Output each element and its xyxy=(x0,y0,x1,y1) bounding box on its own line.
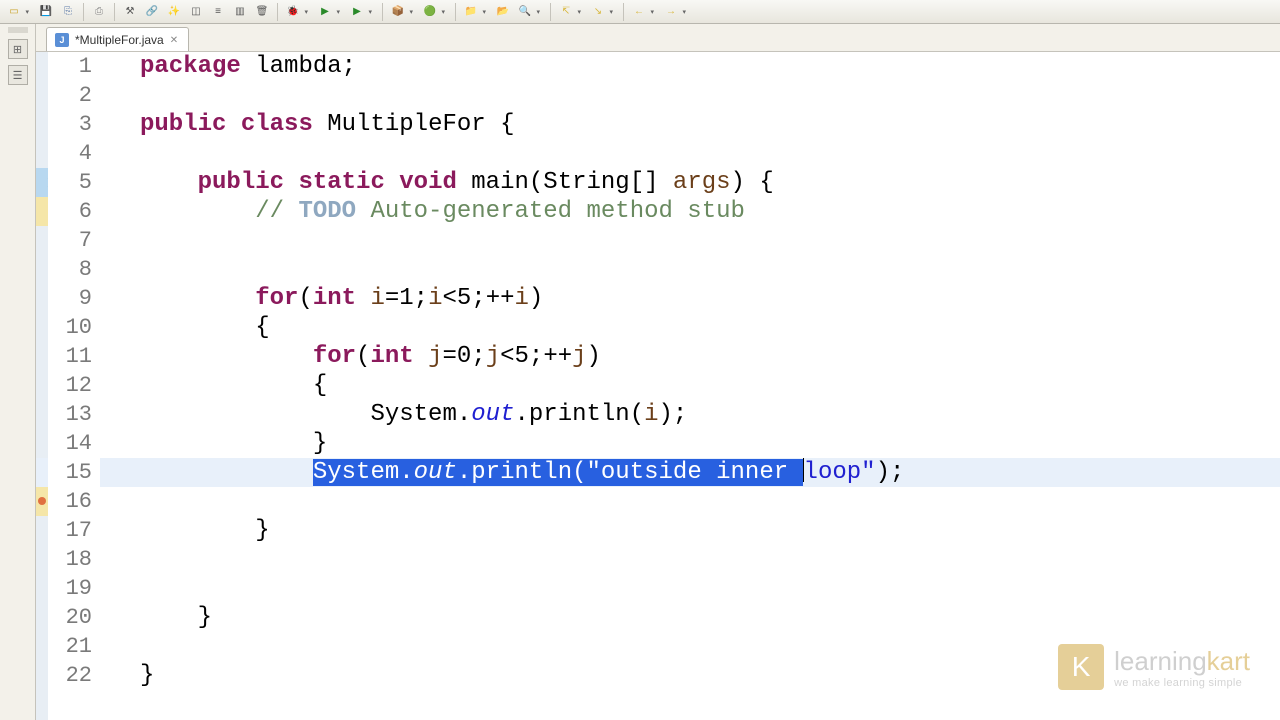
close-icon[interactable]: ✕ xyxy=(170,35,180,45)
watermark-logo: K learningkart we make learning simple xyxy=(1058,644,1250,690)
separator xyxy=(277,3,278,21)
separator xyxy=(382,3,383,21)
wand-icon[interactable]: ✨ xyxy=(164,2,184,22)
back-icon[interactable]: ← xyxy=(629,2,649,22)
main-toolbar: ▭ 💾 ⎘ ⎙ ⚒ 🔗 ✨ ◫ ≡ ▥ 🗑 🐞 ▶ ▶ 📦 🟢 📁 📂 🔍 ↸ … xyxy=(0,0,1280,24)
line-number: 16 xyxy=(48,487,100,516)
print-icon[interactable]: ⎙ xyxy=(89,2,109,22)
task-icon[interactable]: ▥ xyxy=(230,2,250,22)
debug-icon[interactable]: 🐞 xyxy=(283,2,303,22)
code-area[interactable]: package lambda; public class MultipleFor… xyxy=(100,52,1280,720)
restore-view-icon[interactable]: ⊞ xyxy=(8,39,28,59)
line-number: 13 xyxy=(48,400,100,429)
separator xyxy=(83,3,84,21)
line-number: 11 xyxy=(48,342,100,371)
line-number: 22 xyxy=(48,661,100,690)
tab-label: *MultipleFor.java xyxy=(75,33,164,47)
watermark-title: learningkart xyxy=(1114,646,1250,677)
line-number: 5 xyxy=(48,168,100,197)
left-dock: ⊞ ☰ xyxy=(0,24,36,720)
save-all-icon[interactable]: ⎘ xyxy=(58,2,78,22)
open-type-icon[interactable]: 📁 xyxy=(461,2,481,22)
line-number: 19 xyxy=(48,574,100,603)
watermark-subtitle: we make learning simple xyxy=(1114,677,1250,689)
line-number: 15 xyxy=(48,458,100,487)
warning-marker-icon xyxy=(36,197,48,226)
trash-icon[interactable]: 🗑 xyxy=(252,2,272,22)
line-number: 12 xyxy=(48,371,100,400)
run-last-icon[interactable]: ▶ xyxy=(347,2,367,22)
line-number: 9 xyxy=(48,284,100,313)
new-icon[interactable]: ▭ xyxy=(4,2,24,22)
separator xyxy=(455,3,456,21)
line-number: 21 xyxy=(48,632,100,661)
watermark-icon: K xyxy=(1058,644,1104,690)
code-editor[interactable]: 1 2 3 4 5 6 7 8 9 10 11 12 13 14 15 16 1… xyxy=(36,52,1280,720)
separator xyxy=(550,3,551,21)
build-icon[interactable]: ⚒ xyxy=(120,2,140,22)
error-marker-icon xyxy=(36,487,48,516)
line-number: 7 xyxy=(48,226,100,255)
line-number: 1 xyxy=(48,52,100,81)
new-class-icon[interactable]: 🟢 xyxy=(420,2,440,22)
editor-tabbar: J *MultipleFor.java ✕ xyxy=(36,24,1280,52)
open-resource-icon[interactable]: 📂 xyxy=(493,2,513,22)
line-number: 6 xyxy=(48,197,100,226)
method-marker-icon xyxy=(36,168,48,197)
forward-icon[interactable]: → xyxy=(661,2,681,22)
package-explorer-icon[interactable]: ☰ xyxy=(8,65,28,85)
separator xyxy=(623,3,624,21)
line-number: 4 xyxy=(48,139,100,168)
line-number: 18 xyxy=(48,545,100,574)
line-number: 8 xyxy=(48,255,100,284)
line-number: 3 xyxy=(48,110,100,139)
marker-bar xyxy=(36,52,48,720)
link-icon[interactable]: 🔗 xyxy=(142,2,162,22)
current-line-marker xyxy=(36,458,48,487)
tab-multiplefor[interactable]: J *MultipleFor.java ✕ xyxy=(46,27,189,51)
line-number-gutter: 1 2 3 4 5 6 7 8 9 10 11 12 13 14 15 16 1… xyxy=(48,52,100,720)
text-cursor xyxy=(803,458,804,482)
separator xyxy=(114,3,115,21)
line-number: 10 xyxy=(48,313,100,342)
line-number: 2 xyxy=(48,81,100,110)
prev-annotation-icon[interactable]: ↸ xyxy=(556,2,576,22)
toggle-icon[interactable]: ◫ xyxy=(186,2,206,22)
java-file-icon: J xyxy=(55,33,69,47)
list-icon[interactable]: ≡ xyxy=(208,2,228,22)
line-number: 20 xyxy=(48,603,100,632)
next-annotation-icon[interactable]: ↘ xyxy=(588,2,608,22)
new-package-icon[interactable]: 📦 xyxy=(388,2,408,22)
dock-handle[interactable] xyxy=(8,27,28,33)
line-number: 17 xyxy=(48,516,100,545)
search-icon[interactable]: 🔍 xyxy=(515,2,535,22)
line-number: 14 xyxy=(48,429,100,458)
save-icon[interactable]: 💾 xyxy=(36,2,56,22)
run-icon[interactable]: ▶ xyxy=(315,2,335,22)
